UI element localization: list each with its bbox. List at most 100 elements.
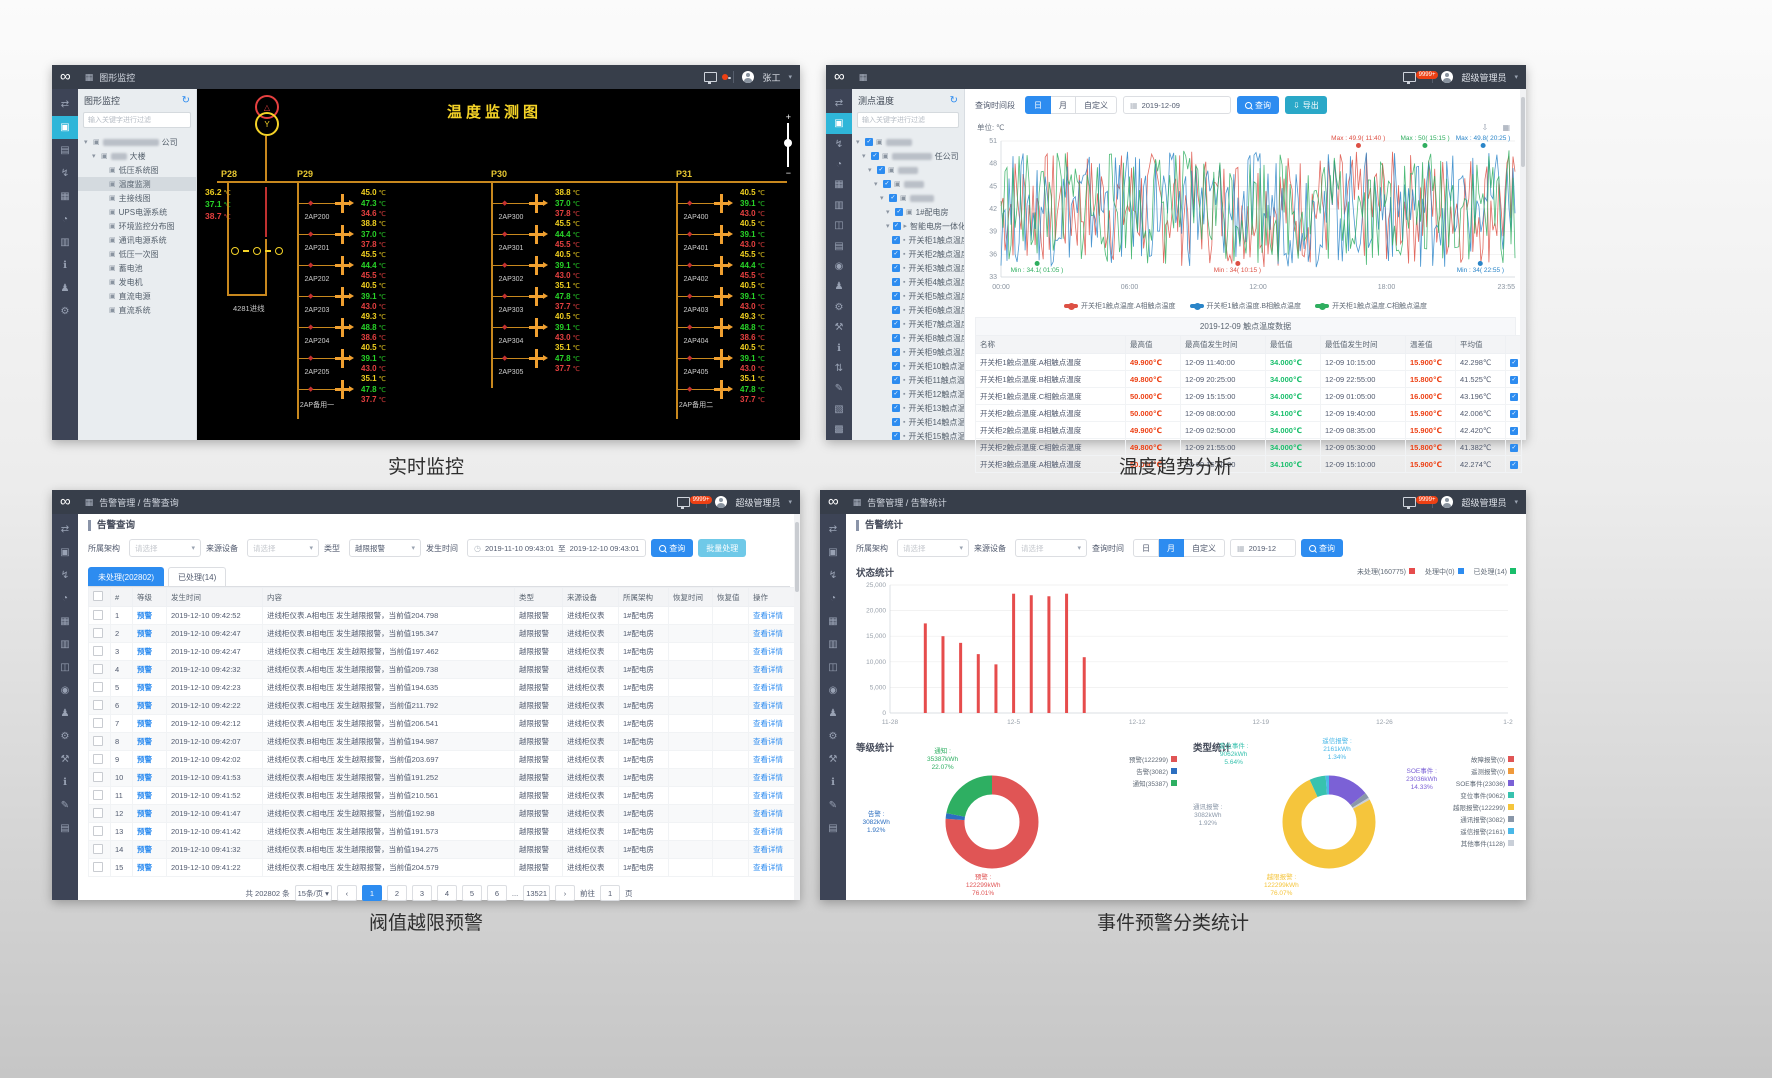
- prev-page[interactable]: ‹: [336, 885, 357, 901]
- view-detail-link[interactable]: 查看详情: [748, 786, 797, 805]
- search-button[interactable]: 查询: [651, 539, 694, 557]
- tree-item-10[interactable]: ▣ 直流系统: [78, 303, 196, 317]
- rail-icon-4[interactable]: ▦: [52, 610, 78, 633]
- mode-月[interactable]: 月: [1159, 539, 1184, 557]
- rail-icon-2[interactable]: ↯: [820, 564, 846, 587]
- tree-leaf-0[interactable]: ✓ ▪ 开关柜1触点温度: [852, 233, 964, 247]
- checkbox[interactable]: ✓: [877, 166, 885, 174]
- screen-icon[interactable]: [704, 72, 718, 84]
- rail-icon-6[interactable]: ◫: [52, 656, 78, 679]
- tree-leaf-10[interactable]: ✓▪开关柜11触点温度: [852, 373, 964, 387]
- tree-item-2[interactable]: ▣ 主接线图: [78, 191, 196, 205]
- rail-icon-8[interactable]: ♟: [52, 702, 78, 725]
- tree-search-input[interactable]: [857, 112, 959, 128]
- tree-item-7[interactable]: ▣ 蓄电池: [78, 261, 196, 275]
- device-select[interactable]: 请选择 ▾: [247, 539, 319, 557]
- mode-自定义[interactable]: 自定义: [1184, 539, 1225, 557]
- feeder-2AP302[interactable]: ◆ 2AP302 40.5 ℃ 39.1 ℃ 43.0 ℃: [491, 250, 616, 285]
- rail-icon-4[interactable]: ▦: [820, 610, 846, 633]
- tab-1[interactable]: 已处理(14): [168, 567, 227, 586]
- rail-icon-13[interactable]: ⇅: [826, 358, 852, 378]
- feeder-2AP备用一[interactable]: ◆ 2AP备用一 35.1 ℃ 47.8 ℃ 37.7 ℃: [297, 374, 422, 409]
- row-checkbox[interactable]: ✓: [1510, 460, 1518, 469]
- rail-icon-5[interactable]: ▥: [820, 633, 846, 656]
- row-checkbox[interactable]: [93, 735, 103, 746]
- view-detail-link[interactable]: 查看详情: [748, 804, 797, 823]
- rail-icon-16[interactable]: ▩: [826, 420, 852, 440]
- checkbox[interactable]: ✓: [892, 404, 900, 412]
- row-checkbox[interactable]: [93, 753, 103, 764]
- time-range-picker[interactable]: ◷ 2019-11-10 09:43:01 至 2019-12-10 09:43:0…: [467, 539, 647, 557]
- tree-item-0[interactable]: ▣ 低压系统图: [78, 163, 196, 177]
- page-5[interactable]: 5: [461, 885, 482, 901]
- tree-item-4[interactable]: ▣ 环境监控分布图: [78, 219, 196, 233]
- checkbox[interactable]: ✓: [895, 208, 903, 216]
- legend-item[interactable]: 通讯报警(3082): [1460, 814, 1514, 824]
- checkbox[interactable]: ✓: [892, 348, 900, 356]
- org-select[interactable]: 请选择 ▾: [897, 539, 969, 557]
- checkbox[interactable]: ✓: [892, 390, 900, 398]
- rail-icon-1[interactable]: ▣: [826, 113, 852, 134]
- view-detail-link[interactable]: 查看详情: [748, 714, 797, 733]
- page-size-select[interactable]: 15条/页 ▾: [294, 885, 332, 901]
- rail-icon-9[interactable]: ⚙: [52, 725, 78, 748]
- goto-page-input[interactable]: 1: [600, 885, 621, 901]
- date-picker[interactable]: ▦ 2019-12: [1230, 539, 1296, 557]
- checkbox[interactable]: ✓: [892, 278, 900, 286]
- legend-item[interactable]: 其他事件(1128): [1461, 838, 1514, 848]
- rail-icon-6[interactable]: ◫: [820, 656, 846, 679]
- tree-org-2[interactable]: ▾ ✓ ▣: [852, 163, 964, 177]
- rail-icon-3[interactable]: ◔: [820, 587, 846, 610]
- feeder-2AP301[interactable]: ◆ 2AP301 45.5 ℃ 44.4 ℃ 45.5 ℃: [491, 219, 616, 254]
- feeder-2AP402[interactable]: ◆ 2AP402 45.5 ℃ 44.4 ℃ 45.5 ℃: [676, 250, 800, 285]
- view-detail-link[interactable]: 查看详情: [748, 660, 797, 679]
- view-detail-link[interactable]: 查看详情: [748, 624, 797, 643]
- header-checkbox[interactable]: [93, 591, 103, 601]
- rail-icon-5[interactable]: ◔: [52, 208, 78, 231]
- tree-node-company[interactable]: ▾ ▣ 公司: [78, 135, 196, 149]
- checkbox[interactable]: ✓: [892, 320, 900, 328]
- row-checkbox[interactable]: [93, 627, 103, 638]
- tree-item-9[interactable]: ▣ 直流电源: [78, 289, 196, 303]
- mode-日[interactable]: 日: [1133, 539, 1159, 557]
- page-3[interactable]: 3: [411, 885, 432, 901]
- status-legend-item[interactable]: 未处理(160775): [1357, 567, 1415, 577]
- rail-icon-6[interactable]: ▥: [52, 231, 78, 254]
- scrollbar[interactable]: [794, 514, 800, 900]
- export-button[interactable]: ⇩ 导出: [1285, 96, 1327, 114]
- checkbox[interactable]: ✓: [892, 376, 900, 384]
- row-checkbox[interactable]: [93, 861, 103, 872]
- tab-0[interactable]: 未处理(202802): [88, 567, 165, 586]
- feeder-2AP405[interactable]: ◆ 2AP405 40.5 ℃ 39.1 ℃ 43.0 ℃: [676, 343, 800, 378]
- legend-item[interactable]: 遥信报警(2161): [1460, 826, 1514, 836]
- feeder-2AP205[interactable]: ◆ 2AP205 40.5 ℃ 39.1 ℃ 43.0 ℃: [297, 343, 422, 378]
- feeder-2AP401[interactable]: ◆ 2AP401 40.5 ℃ 39.1 ℃ 43.0 ℃: [676, 219, 800, 254]
- checkbox[interactable]: ✓: [892, 250, 900, 258]
- row-checkbox[interactable]: [93, 609, 103, 620]
- tree-org-5[interactable]: ▾ ✓ ▣ 1#配电房: [852, 205, 964, 219]
- rail-icon-9[interactable]: ⚙: [52, 300, 78, 323]
- legend-item[interactable]: 通知(35387): [1133, 778, 1177, 788]
- view-detail-link[interactable]: 查看详情: [748, 606, 797, 625]
- row-checkbox[interactable]: [93, 663, 103, 674]
- feeder-2AP备用二[interactable]: ◆ 2AP备用二 35.1 ℃ 47.8 ℃ 37.7 ℃: [676, 374, 800, 409]
- rail-icon-11[interactable]: ℹ: [820, 771, 846, 794]
- checkbox[interactable]: ✓: [883, 180, 891, 188]
- row-checkbox[interactable]: ✓: [1510, 392, 1518, 401]
- feeder-2AP204[interactable]: ◆ 2AP204 49.3 ℃ 48.8 ℃ 38.6 ℃: [297, 312, 422, 347]
- checkbox[interactable]: ✓: [865, 138, 873, 146]
- rail-icon-7[interactable]: ▤: [826, 236, 852, 256]
- legend-item[interactable]: SOE事件(23036): [1456, 778, 1514, 788]
- search-button[interactable]: 查询: [1237, 96, 1279, 114]
- search-button[interactable]: 查询: [1301, 539, 1343, 557]
- rail-icon-15[interactable]: ▧: [826, 399, 852, 419]
- tree-leaf-12[interactable]: ✓▪开关柜13触点温度: [852, 401, 964, 415]
- user-name[interactable]: 超级管理员: [1461, 496, 1506, 509]
- legend-item[interactable]: 开关柜1触点温度.A相触点温度: [1064, 301, 1176, 311]
- rail-icon-1[interactable]: ▣: [52, 116, 78, 139]
- page-1[interactable]: 1: [361, 885, 382, 901]
- avatar[interactable]: [742, 71, 755, 83]
- tree-org-3[interactable]: ▾ ✓ ▣: [852, 177, 964, 191]
- tree-leaf-2[interactable]: ✓ ▪ 开关柜3触点温度: [852, 261, 964, 275]
- feeder-2AP303[interactable]: ◆ 2AP303 35.1 ℃ 47.8 ℃ 37.7 ℃: [491, 281, 616, 316]
